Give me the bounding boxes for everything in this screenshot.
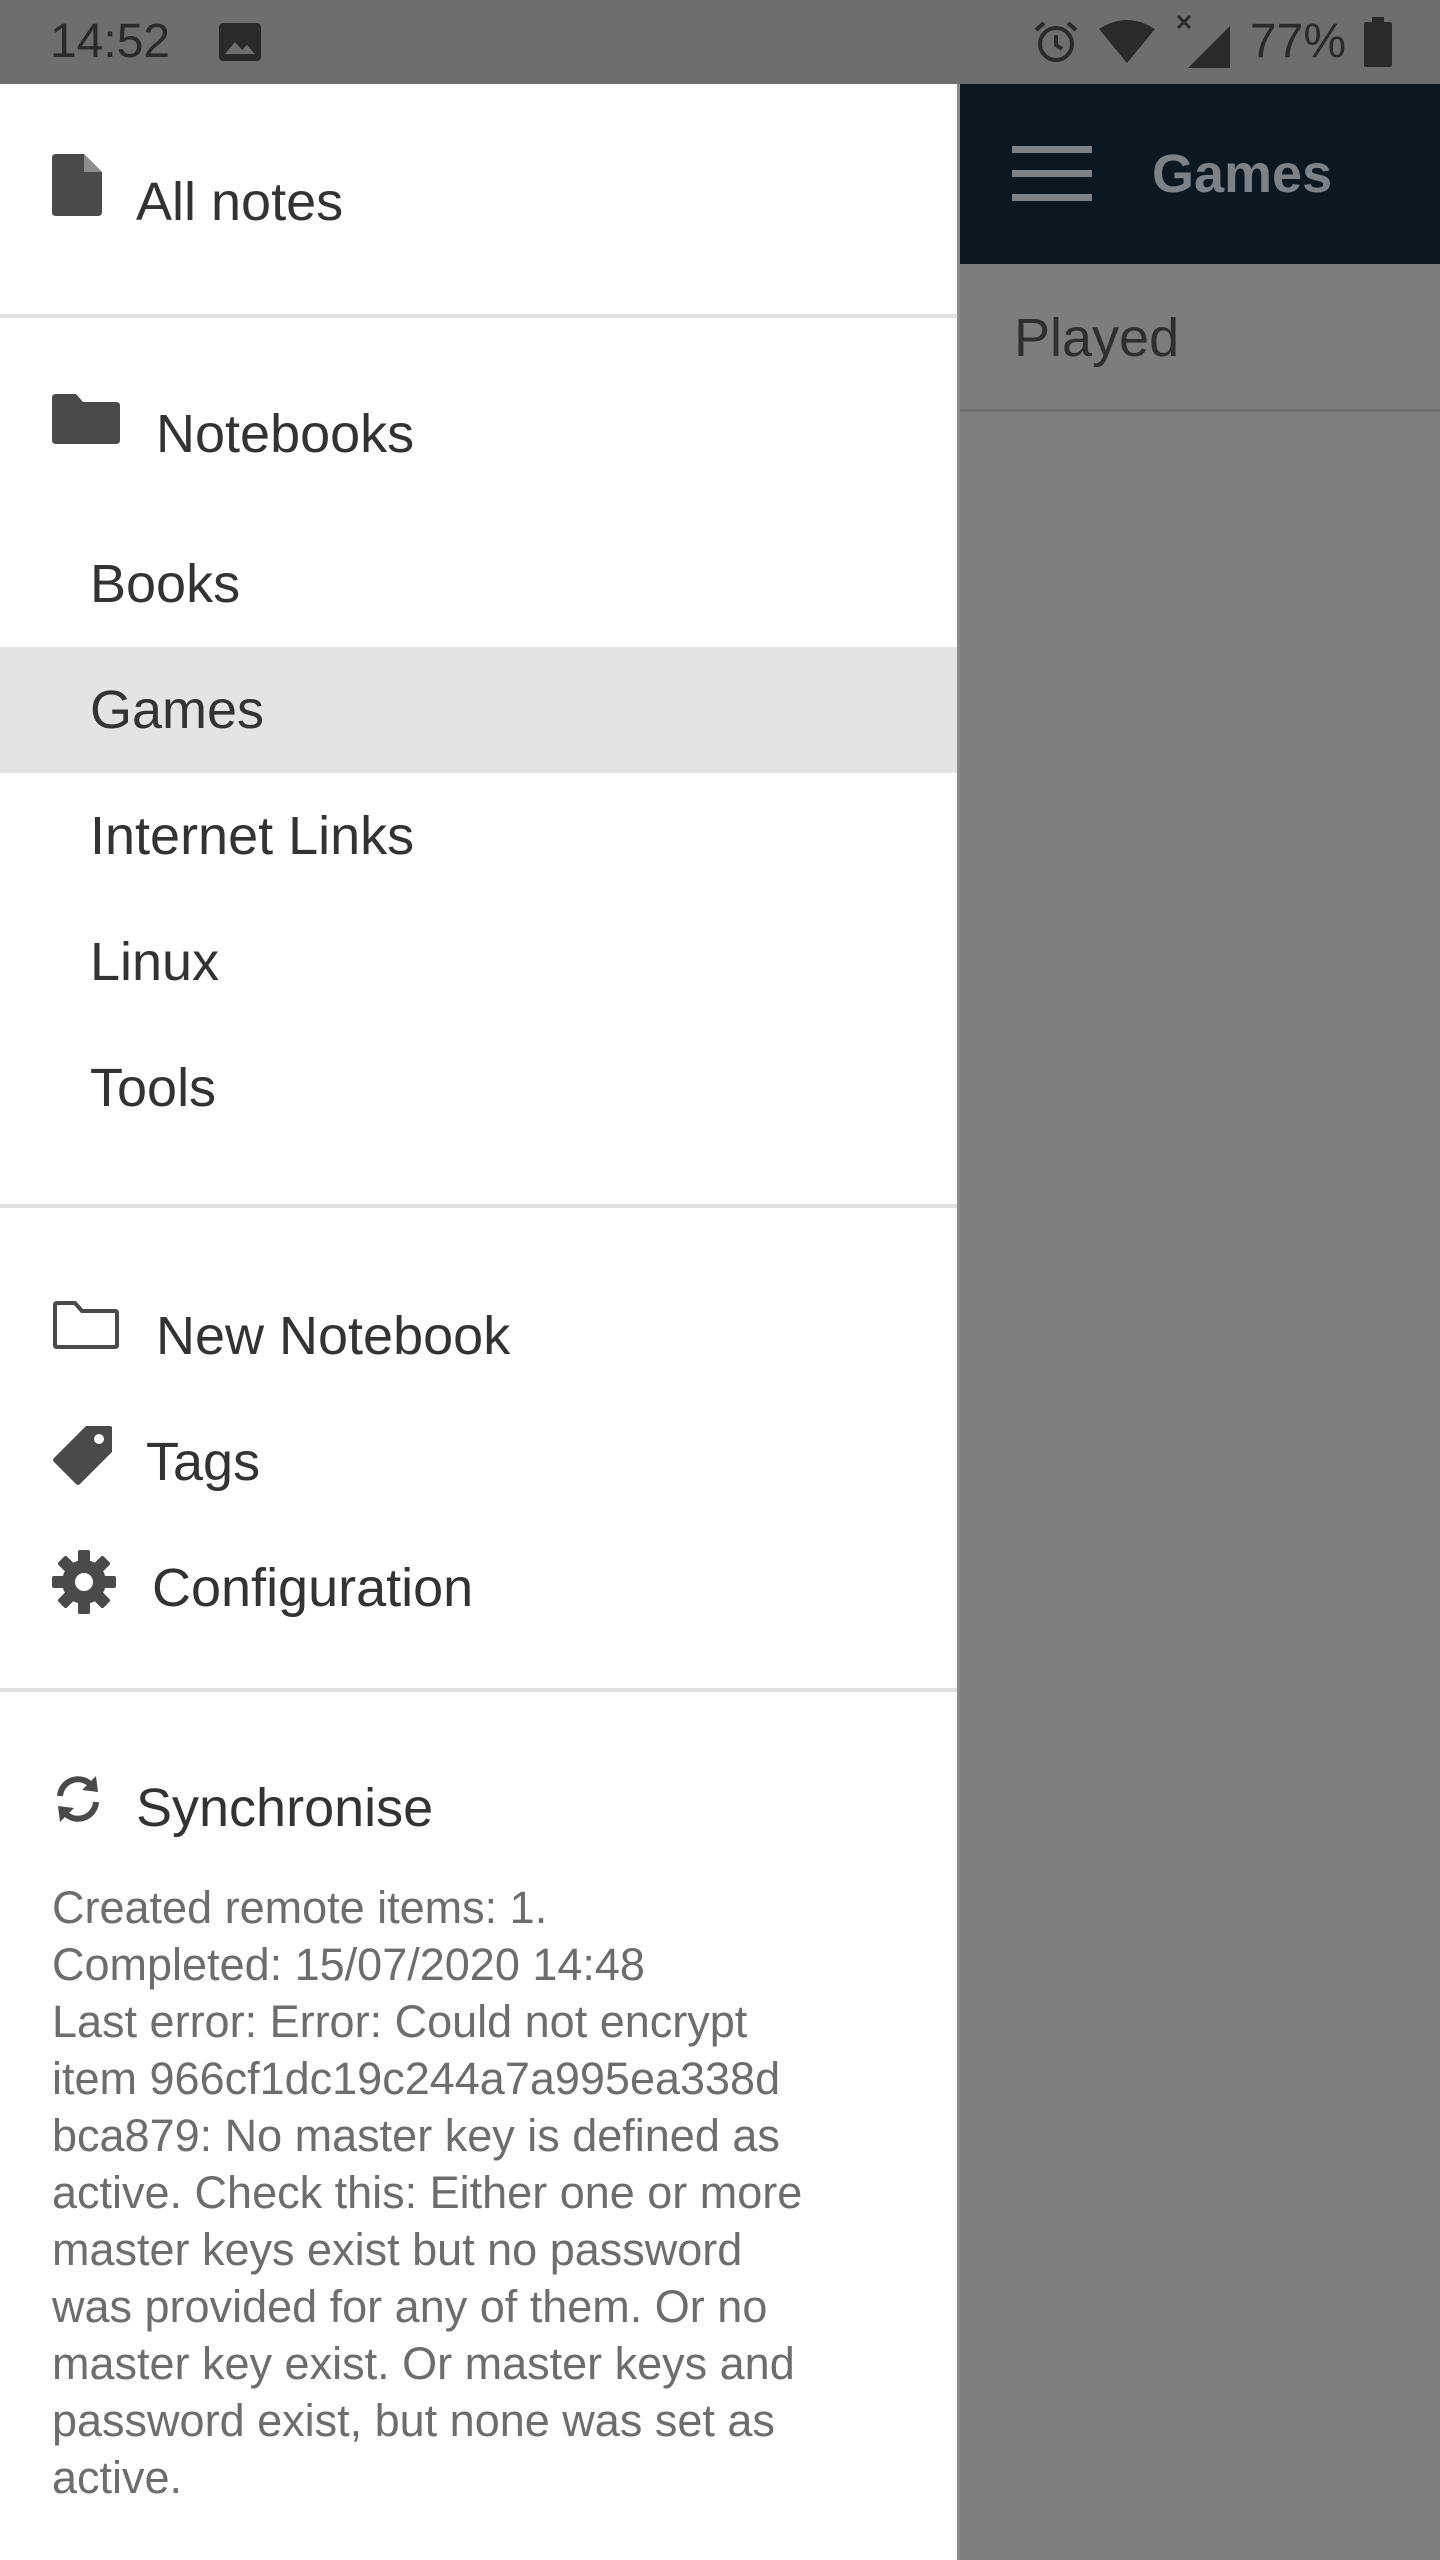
tags-label: Tags [146,1432,261,1492]
tags-button[interactable]: Tags [0,1390,957,1510]
notebook-label: Games [90,680,265,740]
configuration-label: Configuration [152,1558,474,1618]
configuration-button[interactable]: Configuration [0,1516,957,1636]
divider [0,1688,957,1692]
image-icon [218,22,262,62]
new-notebook-button[interactable]: New Notebook [0,1264,957,1384]
note-list-item[interactable]: Played [960,264,1440,412]
notebooks-label: Notebooks [156,404,415,464]
notebook-item-books[interactable]: Books [0,521,957,647]
battery-percent: 77% [1249,15,1346,68]
notebook-item-linux[interactable]: Linux [0,899,957,1025]
notebook-item-internet-links[interactable]: Internet Links [0,773,957,899]
drawer-edge [957,84,960,2560]
folder-outline-icon [52,1300,120,1355]
hamburger-icon[interactable] [1012,146,1092,202]
synchronise-button[interactable]: Synchronise [0,1744,957,1864]
synchronise-label: Synchronise [136,1778,434,1838]
notebook-label: Linux [90,932,220,992]
status-bar: 14:52 77% [0,0,1440,84]
status-time: 14:52 [50,15,171,68]
all-notes-item[interactable]: All notes [0,142,957,262]
notebook-item-tools[interactable]: Tools [0,1025,957,1151]
folder-icon [52,394,120,449]
sync-icon [52,1772,104,1831]
wifi-icon [1098,19,1156,65]
notebook-label: Internet Links [90,806,415,866]
tag-icon [52,1424,114,1491]
note-list-empty-area [960,412,1440,2560]
navigation-drawer: All notes Notebooks Books Games Internet… [0,84,957,2560]
notebooks-header: Notebooks [0,376,957,496]
note-title: Played [1014,308,1180,368]
signal-icon [1174,14,1232,70]
notebook-label: Books [90,554,241,614]
divider [0,314,957,318]
app-title: Games [1152,144,1333,204]
status-icons: 77% [1032,12,1392,72]
sync-status-log: Created remote items: 1. Completed: 15/0… [52,1882,803,2503]
all-notes-label: All notes [136,172,344,232]
alarm-icon [1032,18,1080,66]
new-notebook-label: New Notebook [156,1306,511,1366]
file-icon [52,154,102,221]
notebook-item-games[interactable]: Games [0,647,957,773]
notebook-label: Tools [90,1058,217,1118]
app-bar: Games [960,84,1440,264]
battery-icon [1364,17,1392,67]
divider [0,1204,957,1208]
gear-icon [52,1550,116,1619]
